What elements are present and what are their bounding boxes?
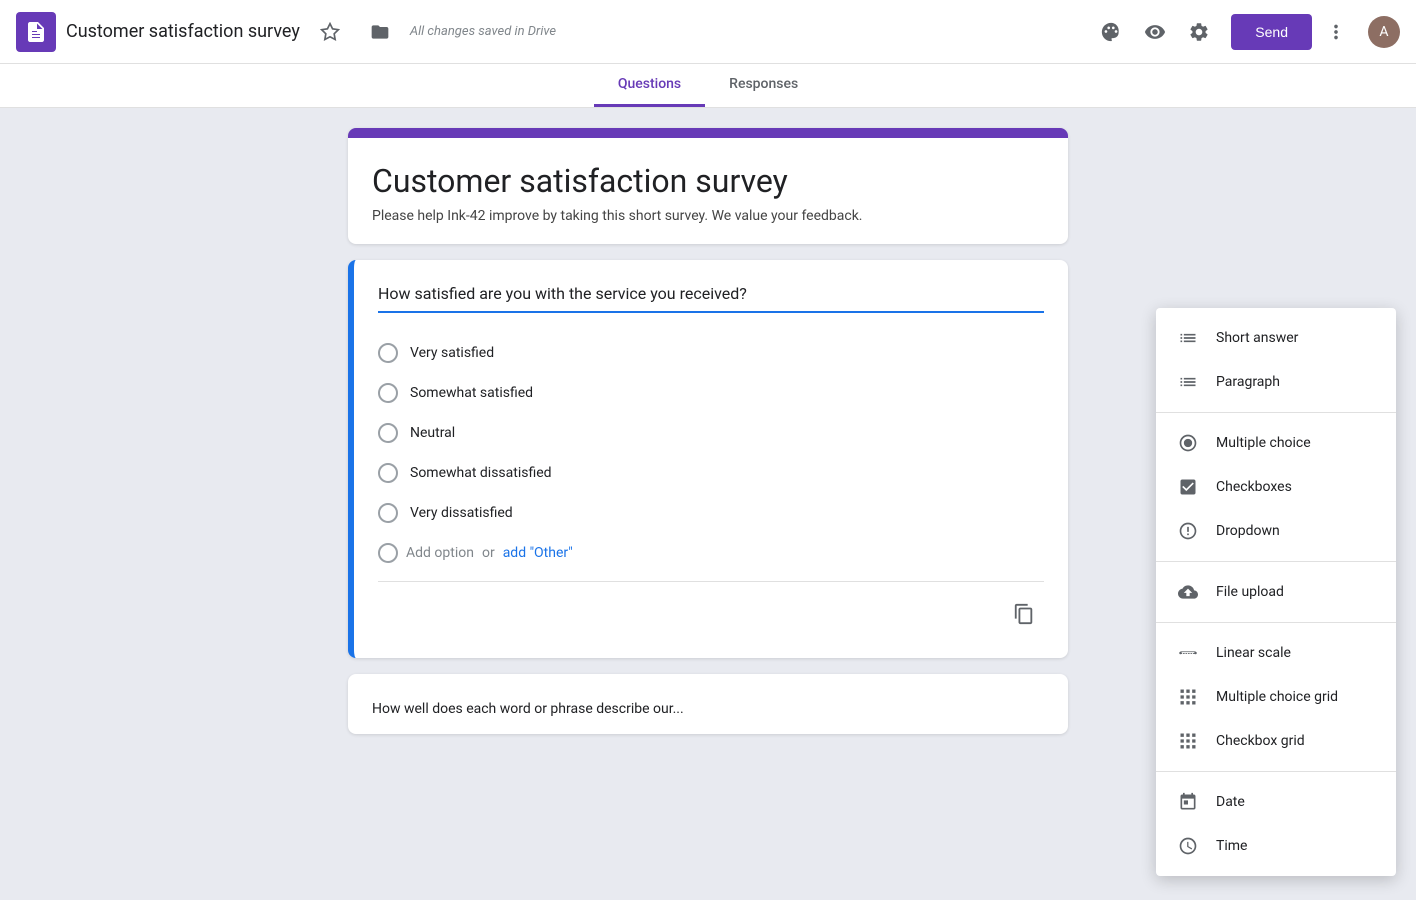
document-title: Customer satisfaction survey — [66, 21, 300, 42]
menu-item-checkboxes-label: Checkboxes — [1216, 479, 1292, 495]
menu-item-checkbox-grid[interactable]: Checkbox grid — [1156, 719, 1396, 763]
header-right: Send A — [1091, 12, 1400, 52]
menu-item-multiple-choice-label: Multiple choice — [1216, 435, 1311, 451]
menu-item-time[interactable]: Time — [1156, 824, 1396, 868]
header-left: Customer satisfaction survey All changes… — [16, 12, 1091, 52]
option-row: Somewhat dissatisfied — [378, 453, 1044, 493]
multiple-choice-icon — [1176, 431, 1200, 455]
menu-divider-4 — [1156, 771, 1396, 772]
form-description: Please help Ink-42 improve by taking thi… — [372, 208, 1044, 224]
menu-item-short-answer[interactable]: Short answer — [1156, 316, 1396, 360]
menu-item-linear-scale[interactable]: Linear scale — [1156, 631, 1396, 675]
radio-somewhat-dissatisfied — [378, 463, 398, 483]
file-upload-icon — [1176, 580, 1200, 604]
checkbox-grid-icon — [1176, 729, 1200, 753]
radio-very-dissatisfied — [378, 503, 398, 523]
star-button[interactable] — [310, 12, 350, 52]
avatar[interactable]: A — [1368, 16, 1400, 48]
option-row: Neutral — [378, 413, 1044, 453]
settings-button[interactable] — [1179, 12, 1219, 52]
app-header: Customer satisfaction survey All changes… — [0, 0, 1416, 64]
app-icon — [16, 12, 56, 52]
palette-button[interactable] — [1091, 12, 1131, 52]
multiple-choice-grid-icon — [1176, 685, 1200, 709]
autosave-status: All changes saved in Drive — [410, 24, 556, 39]
card-footer — [378, 581, 1044, 634]
date-icon — [1176, 790, 1200, 814]
radio-somewhat-satisfied — [378, 383, 398, 403]
more-options-button[interactable] — [1316, 12, 1356, 52]
option-row: Somewhat satisfied — [378, 373, 1044, 413]
form-container: Customer satisfaction survey Please help… — [348, 128, 1068, 734]
radio-very-satisfied — [378, 343, 398, 363]
copy-button[interactable] — [1004, 594, 1044, 634]
menu-item-multiple-choice[interactable]: Multiple choice — [1156, 421, 1396, 465]
menu-item-date-label: Date — [1216, 794, 1245, 810]
option-label-very-dissatisfied: Very dissatisfied — [410, 505, 513, 521]
checkboxes-icon — [1176, 475, 1200, 499]
menu-item-dropdown[interactable]: Dropdown — [1156, 509, 1396, 553]
dropdown-icon — [1176, 519, 1200, 543]
time-icon — [1176, 834, 1200, 858]
menu-item-linear-scale-label: Linear scale — [1216, 645, 1291, 661]
menu-item-paragraph-label: Paragraph — [1216, 374, 1280, 390]
menu-item-paragraph[interactable]: Paragraph — [1156, 360, 1396, 404]
main-content: Customer satisfaction survey Please help… — [0, 108, 1416, 754]
menu-item-multiple-choice-grid-label: Multiple choice grid — [1216, 689, 1338, 705]
menu-divider-3 — [1156, 622, 1396, 623]
menu-item-time-label: Time — [1216, 838, 1247, 854]
tab-questions[interactable]: Questions — [594, 64, 705, 107]
option-row: Very dissatisfied — [378, 493, 1044, 533]
menu-item-checkbox-grid-label: Checkbox grid — [1216, 733, 1305, 749]
menu-item-short-answer-label: Short answer — [1216, 330, 1298, 346]
add-option-radio — [378, 543, 398, 563]
question-text: How satisfied are you with the service y… — [378, 284, 1044, 313]
menu-divider-1 — [1156, 412, 1396, 413]
menu-item-file-upload[interactable]: File upload — [1156, 570, 1396, 614]
next-question-card: How well does each word or phrase descri… — [348, 674, 1068, 734]
menu-item-checkboxes[interactable]: Checkboxes — [1156, 465, 1396, 509]
add-option-row: Add option or add "Other" — [378, 533, 1044, 573]
menu-divider-2 — [1156, 561, 1396, 562]
paragraph-icon — [1176, 370, 1200, 394]
menu-item-date[interactable]: Date — [1156, 780, 1396, 824]
question-card: How satisfied are you with the service y… — [348, 260, 1068, 658]
folder-button[interactable] — [360, 12, 400, 52]
menu-item-multiple-choice-grid[interactable]: Multiple choice grid — [1156, 675, 1396, 719]
radio-neutral — [378, 423, 398, 443]
menu-item-file-upload-label: File upload — [1216, 584, 1284, 600]
linear-scale-icon — [1176, 641, 1200, 665]
send-button[interactable]: Send — [1231, 14, 1312, 50]
preview-button[interactable] — [1135, 12, 1175, 52]
form-title: Customer satisfaction survey — [372, 162, 1044, 200]
option-label-neutral: Neutral — [410, 425, 455, 441]
add-option-separator: or — [482, 545, 495, 561]
dropdown-menu: Short answer Paragraph Multiple choice — [1156, 308, 1396, 876]
tabs-bar: Questions Responses — [0, 64, 1416, 108]
menu-item-dropdown-label: Dropdown — [1216, 523, 1280, 539]
option-label-somewhat-satisfied: Somewhat satisfied — [410, 385, 533, 401]
add-other-link[interactable]: add "Other" — [503, 545, 573, 561]
tab-responses[interactable]: Responses — [705, 64, 822, 107]
option-label-very-satisfied: Very satisfied — [410, 345, 494, 361]
short-answer-icon — [1176, 326, 1200, 350]
form-header-card: Customer satisfaction survey Please help… — [348, 128, 1068, 244]
next-question-text: How well does each word or phrase descri… — [372, 701, 684, 717]
option-label-somewhat-dissatisfied: Somewhat dissatisfied — [410, 465, 552, 481]
option-row: Very satisfied — [378, 333, 1044, 373]
add-option-text[interactable]: Add option — [406, 545, 474, 561]
